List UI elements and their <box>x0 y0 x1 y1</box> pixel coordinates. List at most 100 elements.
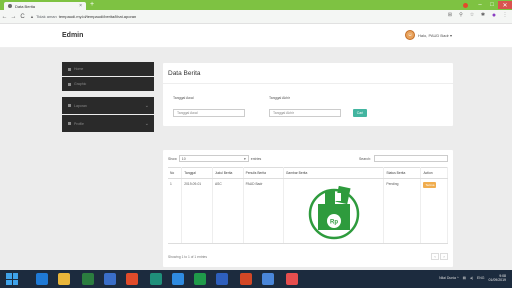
column-header[interactable]: No <box>168 167 183 179</box>
tanggal-awal-input[interactable]: Tanggal Awal <box>173 109 245 117</box>
app-icon[interactable] <box>150 273 162 285</box>
browser-tab[interactable]: Data Berita × <box>4 2 86 10</box>
language[interactable]: ENG <box>477 276 485 280</box>
explorer-icon[interactable] <box>58 273 70 285</box>
user-name: Halo, PAUD Badr ▾ <box>418 32 452 38</box>
window-minimize-button[interactable]: – <box>475 1 485 9</box>
extension-icon[interactable]: ✱ <box>480 12 486 20</box>
powerpoint-icon[interactable] <box>240 273 252 285</box>
excel-icon[interactable] <box>194 273 206 285</box>
cell-tanggal: 2019-09-01 <box>181 178 213 244</box>
zoom-icon[interactable]: ⚲ <box>458 12 464 20</box>
sidebar-item-profile[interactable]: Profile ⌄ <box>62 115 154 132</box>
sidebar: Home Graphic Laporan ⌄ Profile ⌄ <box>62 62 154 133</box>
pagination: ‹ › <box>431 253 448 260</box>
word-icon[interactable] <box>104 273 116 285</box>
column-header[interactable]: Tanggal <box>181 167 213 179</box>
column-header[interactable]: Action <box>420 167 448 179</box>
clock[interactable]: 9:08 01/09/2019 <box>488 274 506 282</box>
tanggal-akhir-label: Tanggal Akhir <box>269 96 291 100</box>
sidebar-item-label: Laporan <box>74 103 87 108</box>
divider <box>163 83 453 84</box>
app-icon[interactable] <box>262 273 274 285</box>
star-icon[interactable]: ☆ <box>469 12 475 20</box>
sidebar-item-graphic[interactable]: Graphic <box>62 77 154 91</box>
report-icon <box>68 104 71 107</box>
prev-page-button[interactable]: ‹ <box>431 253 439 260</box>
sidebar-item-home[interactable]: Home <box>62 62 154 76</box>
chevron-down-icon: ▾ <box>244 156 246 161</box>
chrome-icon[interactable] <box>126 273 138 285</box>
cell-action: Terima <box>420 178 448 244</box>
address-bar[interactable]: ▲ Tidak aman tempaudi.my.id/tempaudi/ber… <box>30 12 430 21</box>
terima-button[interactable]: Terima <box>423 182 437 188</box>
url-text[interactable]: tempaudi.my.id/tempaudi/berita/lihat.apo… <box>59 14 137 19</box>
user-icon <box>68 122 71 125</box>
app-icon[interactable] <box>172 273 184 285</box>
search-input[interactable] <box>374 155 448 162</box>
entries-label: entries <box>250 156 262 161</box>
chevron-down-icon: ⌄ <box>144 120 149 127</box>
tanggal-akhir-input[interactable]: Tanggal Akhir <box>269 109 341 117</box>
taskbar: Nilai Dunia ^ ▤ ◂) ENG 9:08 01/09/2019 <box>0 270 512 288</box>
sidebar-item-laporan[interactable]: Laporan ⌄ <box>62 97 154 114</box>
user-menu[interactable]: ☺ Halo, PAUD Badr ▾ <box>405 30 452 40</box>
money-rp-icon: Rp <box>304 182 364 240</box>
sidebar-item-label: Home <box>74 67 84 71</box>
security-label: Tidak aman <box>35 14 57 19</box>
cell-gambar: Rp <box>283 178 385 244</box>
profile-icon <box>462 2 468 8</box>
show-entries: Show 10 ▾ entries <box>168 155 261 162</box>
menu-icon[interactable]: ⋮ <box>502 12 508 20</box>
new-tab-button[interactable]: + <box>90 1 94 8</box>
sidebar-item-label: Profile <box>74 121 84 126</box>
cari-button[interactable]: Cari <box>353 109 367 117</box>
search-label: Search: <box>358 156 371 161</box>
chart-icon <box>68 82 71 86</box>
app-icon[interactable] <box>82 273 94 285</box>
forward-button[interactable]: → <box>9 14 18 20</box>
next-page-button[interactable]: › <box>440 253 448 260</box>
brand-logo[interactable]: Edmin <box>62 32 83 39</box>
browser-toolbar: ← → C ▲ Tidak aman tempaudi.my.id/tempau… <box>0 10 512 24</box>
edge-icon[interactable] <box>36 273 48 285</box>
column-header[interactable]: Gambar Berita <box>283 167 385 179</box>
chevron-down-icon: ⌄ <box>144 102 149 109</box>
berita-table: No Tanggal Judul Berita Penulis Berita G… <box>168 167 448 244</box>
profile-button[interactable] <box>460 1 470 9</box>
browser-tab-bar: Data Berita × + – □ ✕ <box>0 0 512 10</box>
page-title: Data Berita <box>168 70 201 77</box>
cell-judul: ASC <box>212 178 244 244</box>
app-icon[interactable] <box>286 273 298 285</box>
reload-button[interactable]: C <box>18 14 27 20</box>
filter-panel: Data Berita Tanggal Awal Tanggal Awal Ta… <box>163 63 453 126</box>
network-icon[interactable]: ▤ <box>463 276 466 280</box>
volume-icon[interactable]: ◂) <box>470 276 473 280</box>
table-row: 1 2019-09-01 ASC PAUD Badr Rp Pending Te… <box>168 178 448 244</box>
back-button[interactable]: ← <box>0 14 9 20</box>
table-info: Showing 1 to 1 of 1 entries <box>168 255 208 259</box>
favicon-icon <box>8 4 12 8</box>
account-icon[interactable]: ● <box>491 12 497 20</box>
tray-status[interactable]: Nilai Dunia ^ <box>439 276 459 280</box>
avatar: ☺ <box>405 30 416 40</box>
tab-title: Data Berita <box>15 3 36 9</box>
column-header[interactable]: Penulis Berita <box>243 167 284 179</box>
entries-select[interactable]: 10 ▾ <box>178 155 249 162</box>
window-close-button[interactable]: ✕ <box>498 1 512 9</box>
cell-no: 1 <box>168 178 183 244</box>
column-header[interactable]: Judul Berita <box>212 167 244 179</box>
show-label: Show <box>168 156 177 161</box>
cell-status: Pending <box>383 178 422 244</box>
svg-text:Rp: Rp <box>330 220 338 226</box>
home-icon <box>68 67 71 71</box>
cell-penulis: PAUD Badr <box>243 178 284 244</box>
tab-close-icon[interactable]: × <box>79 3 82 9</box>
translate-icon[interactable]: ⊞ <box>447 12 453 20</box>
tanggal-awal-label: Tanggal Awal <box>173 96 194 100</box>
window-maximize-button[interactable]: □ <box>487 1 497 9</box>
windows-start-icon[interactable] <box>6 273 18 285</box>
main-content: Home Graphic Laporan ⌄ Profile ⌄ Data Be… <box>0 48 512 270</box>
column-header[interactable]: Status Berita <box>383 167 422 179</box>
app-icon[interactable] <box>216 273 228 285</box>
